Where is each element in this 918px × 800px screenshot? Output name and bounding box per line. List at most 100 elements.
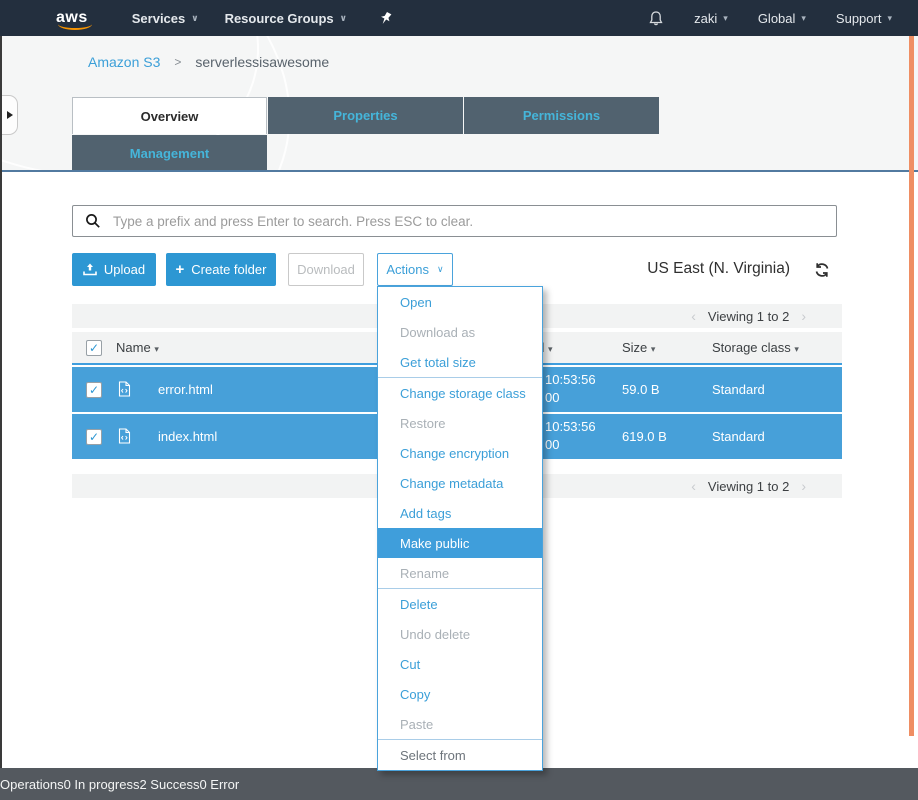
tab-properties[interactable]: Properties (268, 97, 463, 134)
breadcrumb-current-bucket: serverlessisawesome (195, 54, 330, 70)
search-box (72, 205, 837, 237)
actions-button[interactable]: Actions ∨ (377, 253, 453, 286)
menu-item-get-total-size[interactable]: Get total size (378, 347, 542, 377)
nav-services-label: Services (131, 10, 186, 26)
create-folder-button-label: Create folder (191, 262, 267, 277)
select-all-checkbox[interactable]: ✓ (86, 340, 102, 356)
column-header-name[interactable]: Name ▾ (116, 340, 159, 355)
last-modified-line1: 10:53:56 (545, 419, 596, 434)
chevron-down-icon: ▾ (723, 12, 728, 23)
menu-item-change-metadata[interactable]: Change metadata (378, 468, 542, 498)
file-storage-class: Standard (712, 382, 765, 397)
prev-page-chevron[interactable]: ‹ (691, 478, 696, 494)
nav-support-menu[interactable]: Support ▾ (836, 11, 892, 26)
file-name[interactable]: error.html (158, 382, 213, 397)
file-last-modified: 10:53:56 00 (545, 371, 596, 407)
sort-caret-icon: ▾ (154, 344, 159, 354)
chevron-down-icon: ∨ (437, 264, 444, 274)
upload-button-label: Upload (103, 262, 146, 277)
menu-item-change-storage-class[interactable]: Change storage class (378, 378, 542, 408)
prev-page-chevron[interactable]: ‹ (691, 308, 696, 324)
file-icon-svg (118, 428, 131, 444)
actions-dropdown-menu: Open Download as Get total size Change s… (377, 286, 543, 771)
nav-services[interactable]: Services ∨ (132, 11, 199, 26)
next-page-chevron[interactable]: › (801, 478, 806, 494)
sort-caret-icon: ▾ (794, 344, 799, 354)
actions-button-label: Actions (386, 262, 430, 277)
download-button-label: Download (297, 262, 355, 277)
column-name-label: Name (116, 340, 151, 355)
next-page-chevron[interactable]: › (801, 308, 806, 324)
column-storage-class-label: Storage class (712, 340, 791, 355)
viewing-range-label: Viewing 1 to 2 (707, 478, 790, 494)
sort-caret-icon: ▾ (547, 344, 553, 354)
menu-item-paste[interactable]: Paste (378, 709, 542, 739)
download-button[interactable]: Download (288, 253, 364, 286)
vertical-scrollbar[interactable] (909, 36, 914, 736)
menu-item-cut[interactable]: Cut (378, 649, 542, 679)
menu-item-undo-delete[interactable]: Undo delete (378, 619, 542, 649)
window-left-border (0, 36, 2, 800)
error-counter: 0 Error (199, 776, 240, 792)
nav-user-menu[interactable]: zaki ▾ (694, 11, 728, 26)
checkbox-tick: ✓ (88, 341, 100, 355)
sort-caret-icon: ▾ (650, 344, 656, 354)
row-checkbox[interactable]: ✓ (86, 429, 102, 445)
nav-user-label: zaki (694, 10, 718, 26)
sidebar-expand-handle[interactable] (2, 95, 18, 135)
nav-region-menu[interactable]: Global ▾ (758, 11, 806, 26)
menu-item-restore[interactable]: Restore (378, 408, 542, 438)
menu-item-make-public[interactable]: Make public (378, 528, 542, 558)
menu-item-download-as[interactable]: Download as (378, 317, 542, 347)
last-modified-line2: 00 (545, 390, 560, 405)
upload-button[interactable]: Upload (72, 253, 156, 286)
nav-right-group: zaki ▾ Global ▾ Support ▾ (618, 10, 892, 27)
nav-resource-groups-label: Resource Groups (224, 10, 334, 26)
menu-item-open[interactable]: Open (378, 287, 542, 317)
in-progress-counter: 0 In progress (63, 776, 140, 792)
menu-item-select-from[interactable]: Select from (378, 740, 542, 770)
row-checkbox[interactable]: ✓ (86, 382, 102, 398)
menu-item-delete[interactable]: Delete (378, 589, 542, 619)
file-size: 59.0 B (622, 382, 660, 397)
file-icon-svg (118, 381, 131, 397)
search-icon (86, 214, 100, 228)
plus-icon: + (175, 261, 185, 278)
checkbox-tick: ✓ (88, 383, 100, 397)
tab-overview[interactable]: Overview (72, 97, 267, 134)
chevron-down-icon: ∨ (339, 12, 347, 23)
last-modified-line1: 10:53:56 (545, 372, 596, 387)
breadcrumb: Amazon S3 > serverlessisawesome (88, 54, 329, 70)
file-icon (118, 381, 131, 400)
column-header-size[interactable]: Size ▾ (622, 340, 655, 355)
chevron-down-icon: ∨ (191, 12, 199, 23)
create-folder-button[interactable]: + Create folder (166, 253, 276, 286)
pin-icon[interactable] (379, 11, 392, 26)
chevron-down-icon: ▾ (887, 12, 892, 23)
refresh-icon-svg (815, 263, 829, 277)
search-input[interactable] (111, 212, 836, 230)
column-size-label: Size (622, 340, 648, 355)
aws-logo[interactable]: aws (56, 9, 92, 30)
operations-footer-bar: Operations 0 In progress 2 Success 0 Err… (0, 768, 918, 800)
s3-console-screen: aws Services ∨ Resource Groups ∨ zaki ▾ … (0, 0, 918, 800)
notifications-bell-icon[interactable] (648, 10, 664, 27)
refresh-icon[interactable] (814, 262, 830, 283)
nav-region-label: Global (757, 10, 796, 26)
menu-item-add-tags[interactable]: Add tags (378, 498, 542, 528)
chevron-down-icon: ▾ (801, 12, 806, 23)
column-header-storage-class[interactable]: Storage class ▾ (712, 340, 799, 355)
menu-item-rename[interactable]: Rename (378, 558, 542, 588)
file-name[interactable]: index.html (158, 429, 217, 444)
tab-management[interactable]: Management (72, 135, 267, 172)
nav-resource-groups[interactable]: Resource Groups ∨ (225, 11, 347, 26)
menu-item-change-encryption[interactable]: Change encryption (378, 438, 542, 468)
bucket-tabs: Overview Properties Permissions Manageme… (72, 97, 672, 173)
nav-support-label: Support (835, 10, 882, 26)
breadcrumb-separator: > (174, 55, 182, 69)
breadcrumb-link-amazon-s3[interactable]: Amazon S3 (88, 54, 160, 70)
file-size: 619.0 B (622, 429, 667, 444)
menu-item-copy[interactable]: Copy (378, 679, 542, 709)
operations-toggle[interactable]: Operations (0, 777, 64, 792)
tab-permissions[interactable]: Permissions (464, 97, 659, 134)
